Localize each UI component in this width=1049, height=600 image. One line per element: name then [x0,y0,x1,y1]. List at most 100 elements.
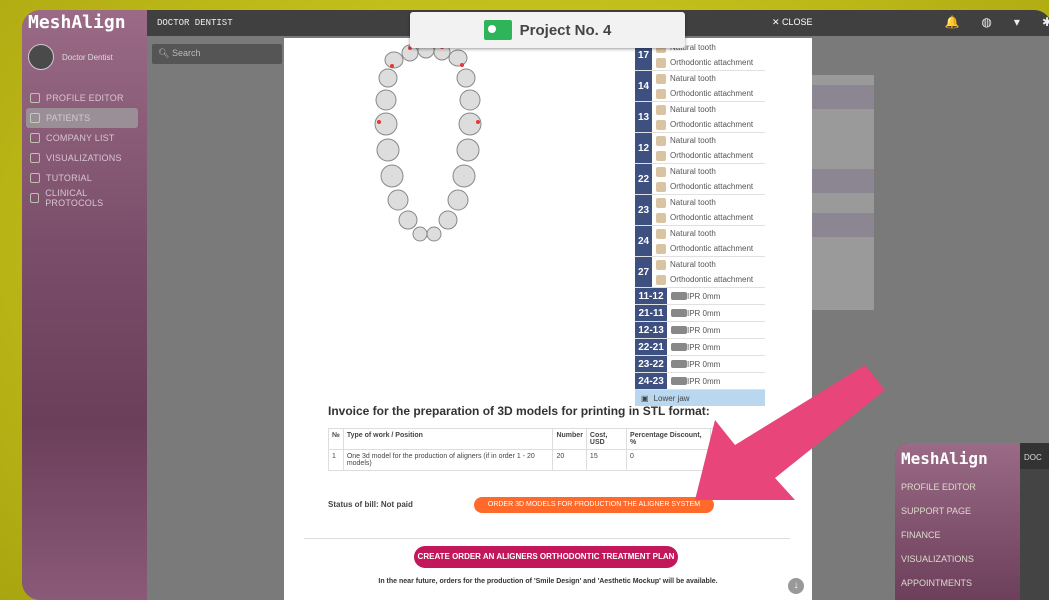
id-card-icon [483,20,512,40]
tooth-item: Natural tooth [656,166,765,177]
tooth-icon [656,166,666,177]
invoice-title: Invoice for the preparation of 3D models… [328,404,710,418]
table-cell: 20 [552,449,587,471]
ipr-number: 12-13 [635,322,667,338]
tooth-item: Orthodontic attachment [656,57,765,68]
sidebar-item-clinical-protocols[interactable]: CLINICAL PROTOCOLS [26,188,138,208]
tooth-number: 12 [635,133,652,163]
sidebar-item-label: PROFILE EDITOR [46,93,124,103]
mini-topbar: DOC [1020,443,1049,469]
logout-icon[interactable]: ✱ [1042,15,1049,29]
tooth-row[interactable]: 24 Natural tooth Orthodontic attachment [635,226,765,257]
ipr-icon [671,343,687,351]
tooth-number: 23 [635,195,652,225]
mini-nav-item[interactable]: APPOINTMENTS [901,571,976,595]
mini-nav-label: FINANCE [901,530,941,540]
mini-nav: PROFILE EDITOR SUPPORT PAGE FINANCE VISUALI… [901,475,976,595]
headset-icon [30,173,40,183]
tooth-icon [656,228,666,239]
headset-icon [30,133,40,143]
sidebar-item-tutorial[interactable]: TUTORIAL [26,168,138,188]
tooth-icon [656,73,666,84]
table-row: 1 One 3d model for the production of alig… [328,449,719,471]
tooth-items: Natural tooth Orthodontic attachment [652,226,765,256]
tooth-row[interactable]: 12 Natural tooth Orthodontic attachment [635,133,765,164]
tooth-icon [656,259,666,270]
ipr-desc: IPR 0mm [667,288,765,304]
tooth-item-label: Natural tooth [670,198,716,207]
tooth-items: Natural tooth Orthodontic attachment [652,133,765,163]
ipr-desc: IPR 0mm [667,305,765,321]
mini-nav-label: VISUALIZATIONS [901,554,974,564]
jaw-icon: ▣ [641,393,649,403]
tooth-list: 17 Natural tooth Orthodontic attachment 14 N… [635,40,765,406]
tooth-icon [656,197,666,208]
close-button[interactable]: ✕ CLOSE [772,17,813,28]
tooth-icon [656,119,666,130]
tooth-item-label: Natural tooth [670,229,716,238]
globe-icon[interactable]: ◍ [981,15,991,29]
mini-nav-item[interactable]: PROFILE EDITOR [901,475,976,499]
sidebar-item-patients[interactable]: PATIENTS [26,108,138,128]
tooth-icon [656,150,666,161]
tooth-item-label: Natural tooth [670,260,716,269]
tooth-row[interactable]: 14 Natural tooth Orthodontic attachment [635,71,765,102]
tooth-item: Natural tooth [656,73,765,84]
tooth-items: Natural tooth Orthodontic attachment [652,257,765,287]
tooth-row[interactable]: 13 Natural tooth Orthodontic attachment [635,102,765,133]
ipr-label: IPR 0mm [687,308,721,318]
doc-icon [30,193,40,203]
tooth-item-label: Orthodontic attachment [670,244,754,253]
tooth-icon [656,88,666,99]
tooth-item: Natural tooth [656,228,765,239]
ipr-icon [671,292,687,300]
ipr-icon [671,326,687,334]
invoice-table: № Type of work / Position Number Cost, USD P… [328,428,719,471]
ipr-number: 22-21 [635,339,667,355]
ipr-label: IPR 0mm [687,342,721,352]
mini-nav-item[interactable]: FINANCE [901,523,976,547]
mini-nav-item[interactable]: VISUALIZATIONS [901,547,976,571]
tooth-icon [656,104,666,115]
user-profile[interactable]: Doctor Dentist [28,44,113,70]
divider [304,538,790,539]
ipr-icon [671,377,687,385]
pink-arrow-annotation [695,365,885,500]
search-input[interactable]: 🔍︎ Search [152,44,282,64]
tooth-row[interactable]: 27 Natural tooth Orthodontic attachment [635,257,765,288]
tooth-item-label: Natural tooth [670,167,716,176]
table-cell: 1 [328,449,344,471]
ipr-row[interactable]: 12-13 IPR 0mm [635,322,765,339]
tooth-item: Natural tooth [656,259,765,270]
tooth-item: Orthodontic attachment [656,243,765,254]
mini-nav-label: APPOINTMENTS [901,578,973,588]
ipr-row[interactable]: 11-12 IPR 0mm [635,288,765,305]
tooth-row[interactable]: 23 Natural tooth Orthodontic attachment [635,195,765,226]
availability-note: In the near future, orders for the produ… [378,578,718,585]
bill-status: Status of bill: Not paid [328,500,413,509]
sidebar-item-profile-editor[interactable]: PROFILE EDITOR [26,88,138,108]
table-header: Cost, USD [585,428,628,450]
profile-icon [30,93,40,103]
sidebar-item-visualizations[interactable]: VISUALIZATIONS [26,148,138,168]
tooth-icon [656,212,666,223]
sidebar-item-label: CLINICAL PROTOCOLS [45,188,104,208]
order-3d-models-button[interactable]: ORDER 3D MODELS FOR PRODUCTION THE ALIGN… [474,497,714,513]
create-order-button[interactable]: CREATE ORDER AN ALIGNERS ORTHODONTIC TRE… [414,546,678,568]
dental-arch-image [374,41,482,242]
bell-icon[interactable]: 🔔 [944,15,959,29]
tooth-item-label: Orthodontic attachment [670,120,754,129]
chevron-down-icon[interactable]: ▾ [1014,15,1020,29]
ipr-row[interactable]: 22-21 IPR 0mm [635,339,765,356]
modal-header: Project No. 4 [410,12,685,48]
tooth-icon [656,274,666,285]
scroll-down-button[interactable]: ↓ [788,578,804,594]
sidebar-item-company-list[interactable]: COMPANY LIST [26,128,138,148]
tooth-row[interactable]: 22 Natural tooth Orthodontic attachment [635,164,765,195]
tooth-item: Natural tooth [656,104,765,115]
ipr-number: 23-22 [635,356,667,372]
mini-nav-item[interactable]: SUPPORT PAGE [901,499,976,523]
sidebar-item-label: PATIENTS [46,113,91,123]
ipr-row[interactable]: 21-11 IPR 0mm [635,305,765,322]
ipr-label: IPR 0mm [687,325,721,335]
